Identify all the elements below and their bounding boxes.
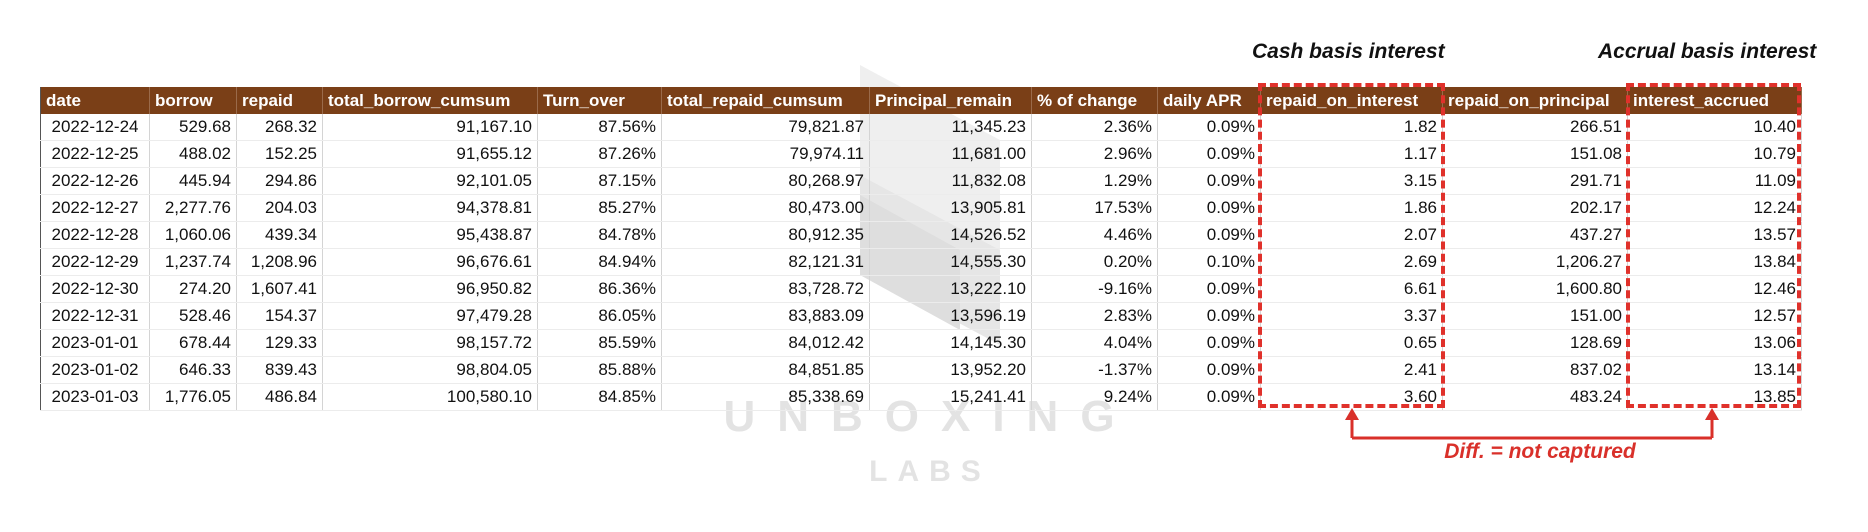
difference-label: Diff. = not captured (1444, 440, 1636, 463)
